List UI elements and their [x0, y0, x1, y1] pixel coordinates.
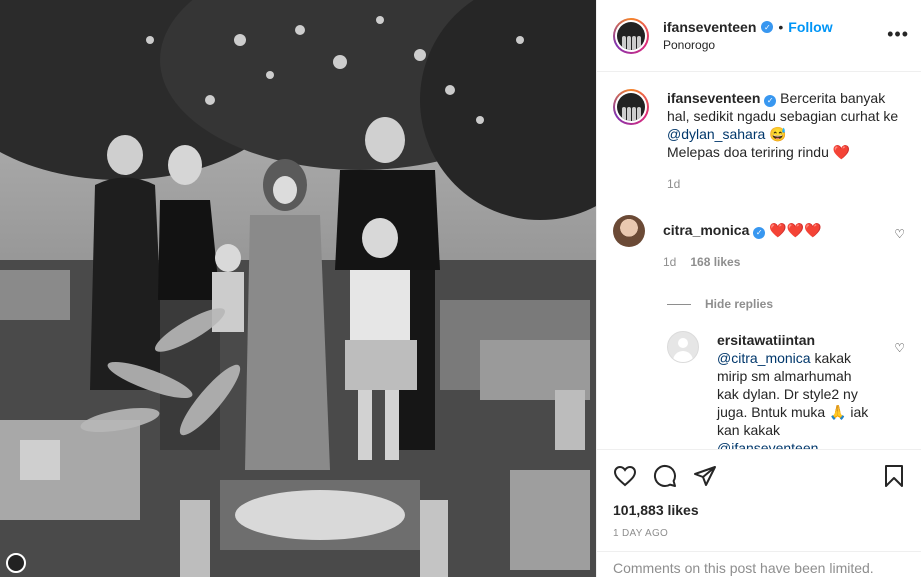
commenter-avatar[interactable] [613, 215, 645, 247]
post-time-ago[interactable]: 1 DAY AGO [613, 528, 905, 539]
post-side-panel: ifanseventeen ✓ • Follow Ponorogo ifanse… [596, 0, 921, 577]
caption-avatar[interactable] [613, 89, 649, 125]
reply-mention[interactable]: @citra_monica [717, 350, 811, 366]
likes-count[interactable]: 101,883 likes [613, 502, 905, 518]
action-icons [613, 456, 905, 496]
default-avatar-icon[interactable] [667, 331, 699, 363]
comment-item: citra_monica ✓ ❤️❤️❤️ 1d 168 likes ♡ [613, 215, 905, 271]
share-icon[interactable] [693, 464, 717, 488]
verified-badge-icon: ✓ [761, 21, 774, 33]
caption-mention[interactable]: @dylan_sahara [667, 126, 765, 142]
comments-list[interactable]: ifanseventeen ✓ Bercerita banyak hal, se… [597, 73, 921, 450]
red-heart-emoji: ❤️ [832, 144, 851, 160]
author-username[interactable]: ifanseventeen [663, 19, 756, 35]
like-reply-heart-icon[interactable]: ♡ [894, 341, 905, 355]
bookmark-icon[interactable] [883, 464, 905, 488]
like-comment-heart-icon[interactable]: ♡ [894, 227, 905, 241]
caption-text-line2: Melepas doa teriring rindu [667, 144, 829, 160]
sweat-smile-emoji: 😅 [769, 126, 787, 142]
caption-time[interactable]: 1d [667, 175, 680, 193]
separator-dot: • [778, 19, 784, 35]
comment-username[interactable]: citra_monica [663, 222, 749, 238]
post-footer: 101,883 likes 1 DAY AGO Comments on this… [597, 450, 921, 577]
follow-button[interactable]: Follow [788, 19, 832, 35]
tag-indicator-icon[interactable] [6, 553, 26, 573]
comment-likes[interactable]: 168 likes [690, 253, 740, 271]
post-photo[interactable] [0, 0, 596, 577]
family-graveyard-photo [0, 0, 596, 577]
more-options-icon[interactable]: ••• [887, 24, 909, 45]
heart-icon[interactable] [613, 464, 637, 488]
post-header: ifanseventeen ✓ • Follow Ponorogo [597, 0, 921, 72]
comment-time[interactable]: 1d [663, 253, 676, 271]
caption-username[interactable]: ifanseventeen [667, 90, 760, 106]
comment-text: ❤️❤️❤️ [769, 222, 822, 238]
caption: ifanseventeen ✓ Bercerita banyak hal, se… [613, 89, 905, 193]
reply-item: ersitawatiintan @citra_monica kakak miri… [667, 331, 905, 450]
hide-replies-label: Hide replies [705, 297, 774, 311]
verified-badge-icon: ✓ [764, 95, 777, 107]
verified-badge-icon: ✓ [753, 227, 766, 239]
comment-icon[interactable] [653, 464, 677, 488]
hide-replies-button[interactable]: Hide replies [667, 297, 905, 311]
post-location[interactable]: Ponorogo [663, 38, 833, 52]
author-avatar[interactable] [613, 17, 649, 54]
comments-limited-notice: Comments on this post have been limited. [597, 551, 921, 577]
reply-username[interactable]: ersitawatiintan [717, 332, 815, 348]
